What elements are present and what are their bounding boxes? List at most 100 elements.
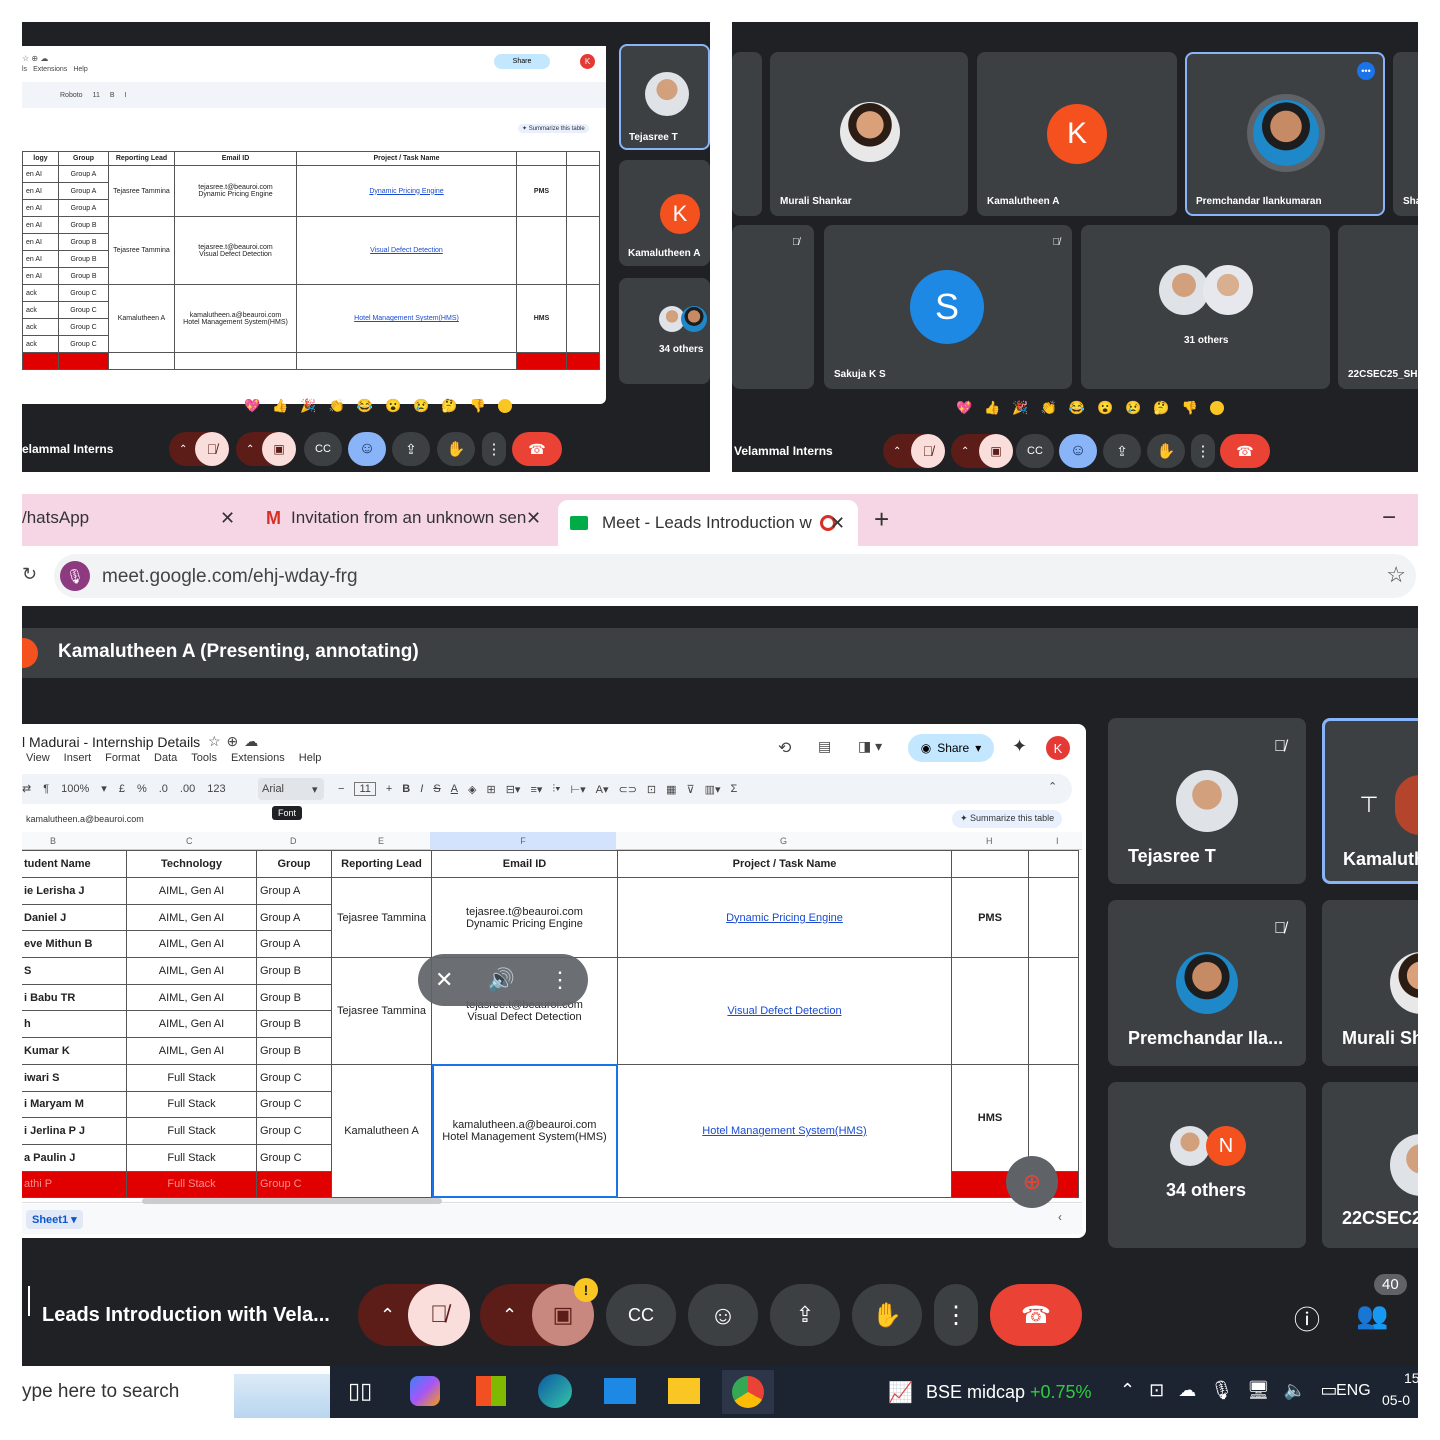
insert-chart-icon[interactable]: ▦	[666, 783, 676, 796]
collapse-toolbar-icon[interactable]: ⌃	[1048, 780, 1057, 793]
others-tile[interactable]: 31 others	[1081, 225, 1330, 389]
menu-extensions[interactable]: Extensions	[231, 752, 285, 764]
reaction-party[interactable]: 🎉	[300, 398, 316, 414]
account-avatar[interactable]: K	[1046, 736, 1070, 760]
url-field[interactable]: 🎙 meet.google.com/ehj-wday-frg ☆	[54, 554, 1416, 598]
more-options-button[interactable]: ⋮	[482, 432, 506, 466]
fill-color-icon[interactable]: ◈	[468, 783, 476, 796]
cell-student[interactable]: S	[22, 957, 127, 985]
clock-date[interactable]: 05-0	[1382, 1392, 1410, 1408]
mic-group[interactable]: ⌃ 🎙̸	[169, 432, 229, 466]
zoom-select[interactable]: 100%	[61, 783, 89, 795]
participant-tile[interactable]: 🎙̸ Premchandar Ila...	[1108, 900, 1306, 1066]
network-icon[interactable]: 🖥	[1247, 1380, 1270, 1401]
cell-student[interactable]: ie Lerisha J	[22, 877, 127, 905]
reaction-clap[interactable]: 👏	[329, 398, 345, 414]
mic-group[interactable]: ⌃ 🎙̸	[358, 1284, 470, 1346]
participant-tile[interactable]: K Kamalutheen A	[619, 160, 710, 266]
share-button-small[interactable]: Share	[494, 54, 550, 69]
project-link[interactable]: Visual Defect Detection	[617, 957, 952, 1065]
cell-tech[interactable]: Full Stack	[126, 1143, 257, 1172]
cell-lead[interactable]: Kamalutheen A	[331, 1063, 432, 1199]
emoji-button[interactable]: ☺	[688, 1284, 758, 1346]
borders-icon[interactable]: ⊞	[486, 783, 495, 796]
chevron-up-icon[interactable]: ⌃	[893, 446, 901, 457]
filter-views-icon[interactable]: ▥▾	[705, 783, 721, 796]
summarize-chip[interactable]: ✦ Summarize this table	[952, 810, 1063, 828]
decrease-decimal-button[interactable]: .0	[159, 783, 168, 795]
zoom-in-button[interactable]: ⊕	[1006, 1156, 1058, 1208]
copilot-icon[interactable]	[410, 1376, 440, 1406]
emoji-button[interactable]: ☺	[348, 432, 386, 466]
raise-hand-button[interactable]: ✋	[437, 432, 475, 466]
reaction-sad[interactable]: 😢	[1125, 400, 1141, 416]
link-icon[interactable]: ⊂⊃	[618, 783, 636, 796]
edge-icon[interactable]	[538, 1374, 572, 1408]
undo-icon[interactable]: ⇄	[22, 782, 31, 795]
camera-off-icon[interactable]: ▣	[979, 434, 1013, 468]
captions-button[interactable]: CC	[304, 432, 342, 466]
cell-empty[interactable]	[951, 957, 1029, 1065]
comment-icon[interactable]: ▤	[818, 738, 831, 755]
store-icon[interactable]	[476, 1376, 506, 1406]
minimize-button[interactable]: −	[1382, 504, 1396, 532]
tab-whatsapp[interactable]: /hatsApp ✕	[22, 494, 250, 542]
percent-format-button[interactable]: %	[137, 783, 147, 795]
reaction-laugh[interactable]: 😂	[1069, 400, 1085, 416]
participant-tile[interactable]: 🎙̸	[732, 225, 814, 389]
cell-tech[interactable]: AIML, Gen AI	[126, 930, 257, 959]
formula-bar-value[interactable]: kamalutheen.a@beauroi.com	[26, 814, 144, 824]
present-button[interactable]: ⇪	[770, 1284, 840, 1346]
cell-lead[interactable]: Tejasree Tammina	[331, 876, 432, 959]
cell-code[interactable]: PMS	[951, 876, 1029, 959]
tab-gmail[interactable]: M Invitation from an unknown sen ✕	[266, 494, 566, 542]
cell-student[interactable]: h	[22, 1010, 127, 1039]
others-tile[interactable]: N 34 others	[1108, 1082, 1306, 1248]
cell-tech[interactable]: AIML, Gen AI	[126, 1010, 257, 1039]
cell-student[interactable]: Daniel J	[22, 903, 127, 932]
cell-student[interactable]: i Jerlina P J	[22, 1117, 127, 1145]
cell-tech[interactable]: Full Stack	[126, 1117, 257, 1145]
captions-button[interactable]: CC	[1016, 434, 1054, 468]
sheet-tab[interactable]: Sheet1 ▾	[26, 1210, 83, 1229]
cell-tech[interactable]: AIML, Gen AI	[126, 903, 257, 932]
cell-tech[interactable]: AIML, Gen AI	[126, 1037, 257, 1065]
leave-call-button[interactable]: ☎	[512, 432, 562, 466]
chevron-up-icon[interactable]: ⌃	[1120, 1380, 1135, 1401]
cell-group[interactable]: Group A	[256, 877, 332, 905]
cell-group[interactable]: Group C	[256, 1090, 332, 1119]
mic-off-icon[interactable]: 🎙̸	[408, 1284, 470, 1346]
horizontal-scrollbar[interactable]	[142, 1198, 442, 1204]
col-letter[interactable]: H	[986, 836, 993, 846]
bold-icon[interactable]: B	[110, 92, 115, 99]
mic-off-icon[interactable]: 🎙̸	[911, 434, 945, 468]
cell-lead[interactable]: Tejasree Tammina	[331, 957, 432, 1065]
participant-tile[interactable]: K Kamalutheen A	[977, 52, 1177, 216]
minus-icon[interactable]: −	[338, 783, 344, 795]
font-select-small[interactable]: Roboto	[60, 92, 83, 99]
microphone-permission-icon[interactable]: 🎙	[60, 561, 90, 591]
reaction-surprised[interactable]: 😮	[1097, 400, 1113, 416]
meeting-info-icon[interactable]: ⓘ	[1294, 1300, 1320, 1337]
meet-tray-icon[interactable]: ⊡	[1149, 1380, 1164, 1401]
cell-group[interactable]: Group C	[256, 1170, 332, 1199]
cell-tech[interactable]: Full Stack	[126, 1090, 257, 1119]
sheet-star-icon[interactable]: ☆ ⊕ ☁	[22, 54, 48, 63]
emoji-skin-tone-icon[interactable]	[1209, 401, 1224, 415]
raise-hand-button[interactable]: ✋	[852, 1284, 922, 1346]
reaction-clap[interactable]: 👏	[1041, 400, 1057, 416]
col-letter[interactable]: D	[290, 836, 297, 846]
reaction-thumbs-down[interactable]: 👎	[1182, 400, 1198, 416]
reaction-thinking[interactable]: 🤔	[1153, 400, 1169, 416]
cell-group[interactable]: Group C	[256, 1143, 332, 1172]
cell-group[interactable]: Group C	[256, 1063, 332, 1092]
cell-email-selected[interactable]: kamalutheen.a@beauroi.com Hotel Managemen…	[431, 1063, 618, 1199]
camera-off-icon[interactable]: ▣	[262, 432, 296, 466]
more-options-button[interactable]: ⋮	[1191, 434, 1215, 468]
chevron-up-icon[interactable]: ⌃	[380, 1305, 395, 1326]
cell-empty[interactable]	[1028, 1063, 1079, 1172]
reaction-party[interactable]: 🎉	[1012, 400, 1028, 416]
cell-student[interactable]: athi P	[22, 1170, 127, 1199]
participant-tile-partial[interactable]: Sha	[1393, 52, 1418, 216]
menu-item[interactable]: Extensions	[33, 66, 67, 73]
